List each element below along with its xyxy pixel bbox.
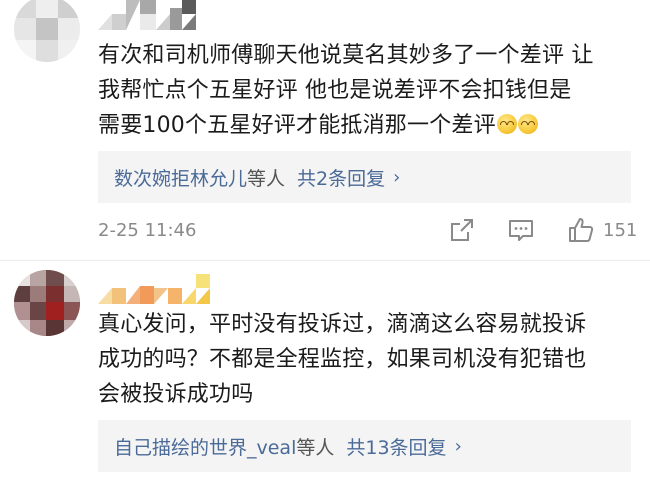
comment-line: 有次和司机师傅聊天他说莫名其妙多了一个差评 让 [98,43,594,68]
comment-meta: 2-25 11:46 151 [98,214,637,248]
comment-line: 我帮忙点个五星好评 他也是说差评不会扣钱但是 [98,78,572,103]
avatar[interactable] [14,0,80,62]
comment-line: 需要100个五星好评才能抵消那一个差评 [98,113,496,138]
reply-suffix: 等人 [247,167,286,190]
comment-line: 会被投诉成功吗 [98,382,254,407]
reply-suffix: 等人 [296,436,335,459]
avatar[interactable] [14,270,80,336]
comment-item: 真心发问，平时没有投诉过，滴滴这么容易就投诉 成功的吗？不都是全程监控，如果司机… [0,262,650,484]
divider [0,260,650,261]
timestamp: 2-25 11:46 [98,220,197,241]
comment-item: 有次和司机师傅聊天他说莫名其妙多了一个差评 让 我帮忙点个五星好评 他也是说差评… [0,0,650,261]
comment-icon[interactable] [507,216,535,244]
comment-line: 成功的吗？不都是全程监控，如果司机没有犯错也 [98,347,587,372]
grin-emoji-icon [496,114,517,134]
username[interactable] [98,0,233,30]
share-icon[interactable] [448,216,476,244]
like-count: 151 [603,220,638,241]
reply-users[interactable]: 自己描绘的世界_veal [114,433,296,460]
grin-emoji-icon [517,114,538,134]
thumbs-up-icon[interactable] [567,216,595,244]
replies-summary[interactable]: 自己描绘的世界_veal 等人 共13条回复 › [98,420,631,472]
reply-users[interactable]: 数次婉拒林允儿 [114,164,247,191]
comment-line: 真心发问，平时没有投诉过，滴滴这么容易就投诉 [98,312,587,337]
chevron-right-icon: › [393,166,401,188]
comment-text: 真心发问，平时没有投诉过，滴滴这么容易就投诉 成功的吗？不都是全程监控，如果司机… [98,307,633,412]
comment-text: 有次和司机师傅聊天他说莫名其妙多了一个差评 让 我帮忙点个五星好评 他也是说差评… [98,38,633,143]
replies-summary[interactable]: 数次婉拒林允儿 等人 共2条回复 › [98,151,631,203]
username[interactable] [98,274,233,304]
chevron-right-icon: › [454,435,462,457]
reply-count[interactable]: 共13条回复 [346,433,446,460]
reply-count[interactable]: 共2条回复 [297,164,385,191]
